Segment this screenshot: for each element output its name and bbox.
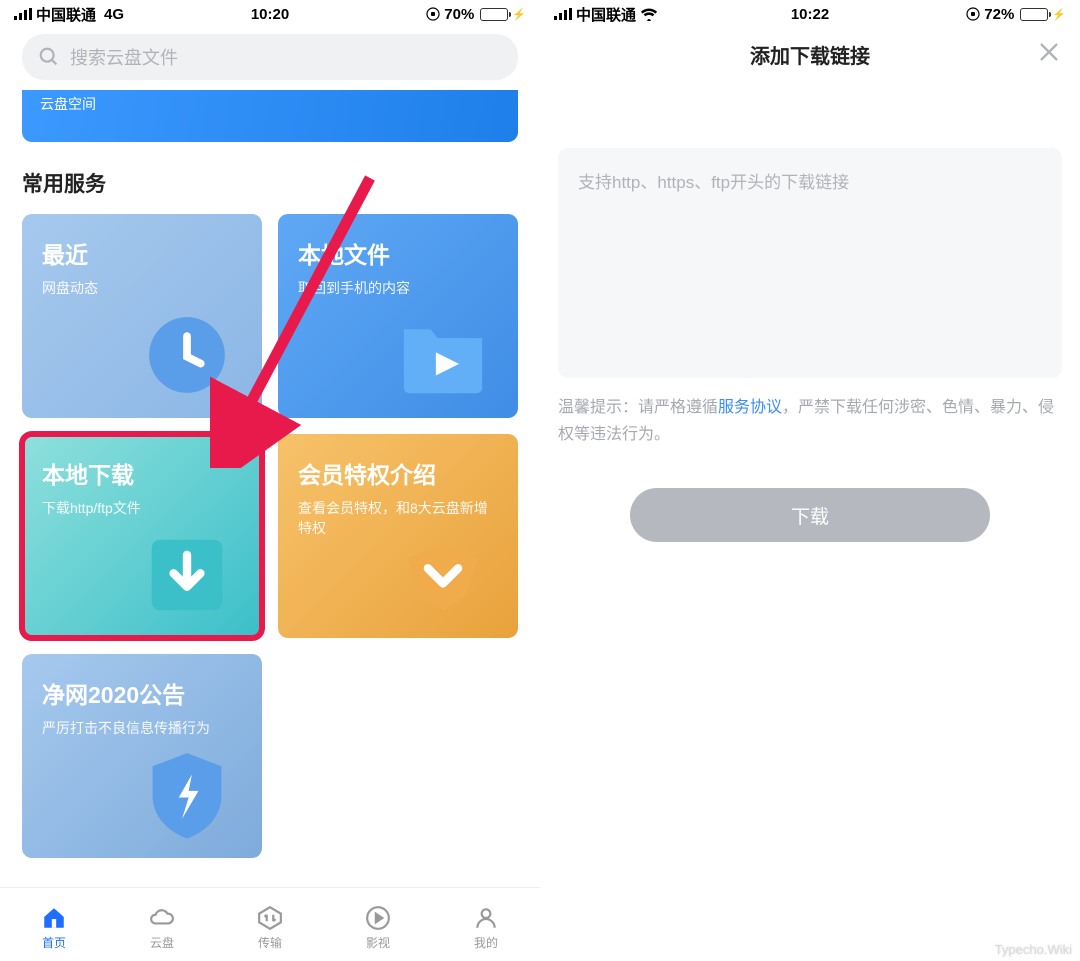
card-notice-sub: 严厉打击不良信息传播行为 [42,718,242,738]
cloud-icon [147,905,177,931]
charging-icon: ⚡ [512,8,526,21]
modal-header: 添加下载链接 [540,26,1080,82]
service-cards-grid: 最近 网盘动态 本地文件 取回到手机的内容 本地下载 下载http/ftp文件 [22,214,518,858]
tip-prefix: 温馨提示：请严格遵循 [558,399,718,416]
play-circle-icon [363,905,393,931]
status-time: 10:20 [251,6,289,23]
rotation-lock-icon [426,7,440,21]
card-vip[interactable]: 会员特权介绍 查看会员特权，和8大云盘新增特权 [278,434,518,638]
search-input[interactable]: 搜索云盘文件 [22,34,518,80]
phone-right-screen: 中国联通 10:22 72% ⚡ 添加下载链接 支持http、https、ftp… [540,0,1080,961]
carrier-label: 中国联通 [576,4,636,25]
play-folder-icon [398,310,488,400]
person-icon [471,905,501,931]
card-local-files-title: 本地文件 [298,236,498,270]
status-bar: 中国联通 4G 10:20 70% ⚡ [0,0,540,26]
download-button[interactable]: 下载 [630,488,990,542]
nav-video[interactable]: 影视 [363,905,393,951]
carrier-label: 中国联通 [36,4,96,25]
nav-home-label: 首页 [42,934,66,951]
nav-me[interactable]: 我的 [471,905,501,951]
status-time: 10:22 [791,6,829,23]
close-icon[interactable] [1038,38,1060,70]
nav-video-label: 影视 [366,934,390,951]
wifi-icon [640,8,658,21]
nav-me-label: 我的 [474,934,498,951]
modal-title: 添加下载链接 [750,40,870,69]
nav-transfer-label: 传输 [258,934,282,951]
card-local-download[interactable]: 本地下载 下载http/ftp文件 [22,434,262,638]
nav-cloud-label: 云盘 [150,934,174,951]
card-vip-title: 会员特权介绍 [298,456,498,490]
card-local-files[interactable]: 本地文件 取回到手机的内容 [278,214,518,418]
shield-bolt-icon [142,750,232,840]
card-local-download-sub: 下载http/ftp文件 [42,498,242,518]
service-agreement-link[interactable]: 服务协议 [718,399,782,416]
battery-percent: 72% [984,6,1014,23]
clock-icon [142,310,232,400]
battery-percent: 70% [444,6,474,23]
card-recent-sub: 网盘动态 [42,278,242,298]
transfer-icon [255,905,285,931]
search-placeholder: 搜索云盘文件 [70,44,178,70]
chevron-down-shield-icon [398,530,488,620]
signal-icon [14,8,32,20]
card-local-download-title: 本地下载 [42,456,242,490]
cloud-space-banner[interactable]: 云盘空间 [22,90,518,142]
tip-text: 温馨提示：请严格遵循服务协议，严禁下载任何涉密、色情、暴力、侵权等违法行为。 [558,394,1062,448]
nav-home[interactable]: 首页 [39,905,69,951]
card-notice-title: 净网2020公告 [42,676,242,710]
download-link-input[interactable]: 支持http、https、ftp开头的下载链接 [558,148,1062,378]
download-icon [142,530,232,620]
charging-icon: ⚡ [1052,8,1066,21]
battery-icon [480,8,508,21]
download-button-label: 下载 [791,502,829,529]
bottom-nav: 首页 云盘 传输 影视 我的 [0,887,540,961]
card-recent[interactable]: 最近 网盘动态 [22,214,262,418]
home-icon [39,905,69,931]
rotation-lock-icon [966,7,980,21]
cloud-space-label: 云盘空间 [40,94,96,114]
card-recent-title: 最近 [42,236,242,270]
nav-cloud[interactable]: 云盘 [147,905,177,951]
card-clean-net-notice[interactable]: 净网2020公告 严厉打击不良信息传播行为 [22,654,262,858]
watermark: Typecho.Wiki [995,942,1072,957]
battery-icon [1020,8,1048,21]
nav-transfer[interactable]: 传输 [255,905,285,951]
search-icon [38,46,60,68]
signal-icon [554,8,572,20]
download-link-placeholder: 支持http、https、ftp开头的下载链接 [578,173,849,192]
section-title-services: 常用服务 [22,168,518,198]
phone-left-screen: 中国联通 4G 10:20 70% ⚡ 搜索云盘文件 云盘空间 常用服务 最 [0,0,540,961]
network-label: 4G [104,6,124,23]
card-local-files-sub: 取回到手机的内容 [298,278,498,298]
status-bar-right: 中国联通 10:22 72% ⚡ [540,0,1080,26]
